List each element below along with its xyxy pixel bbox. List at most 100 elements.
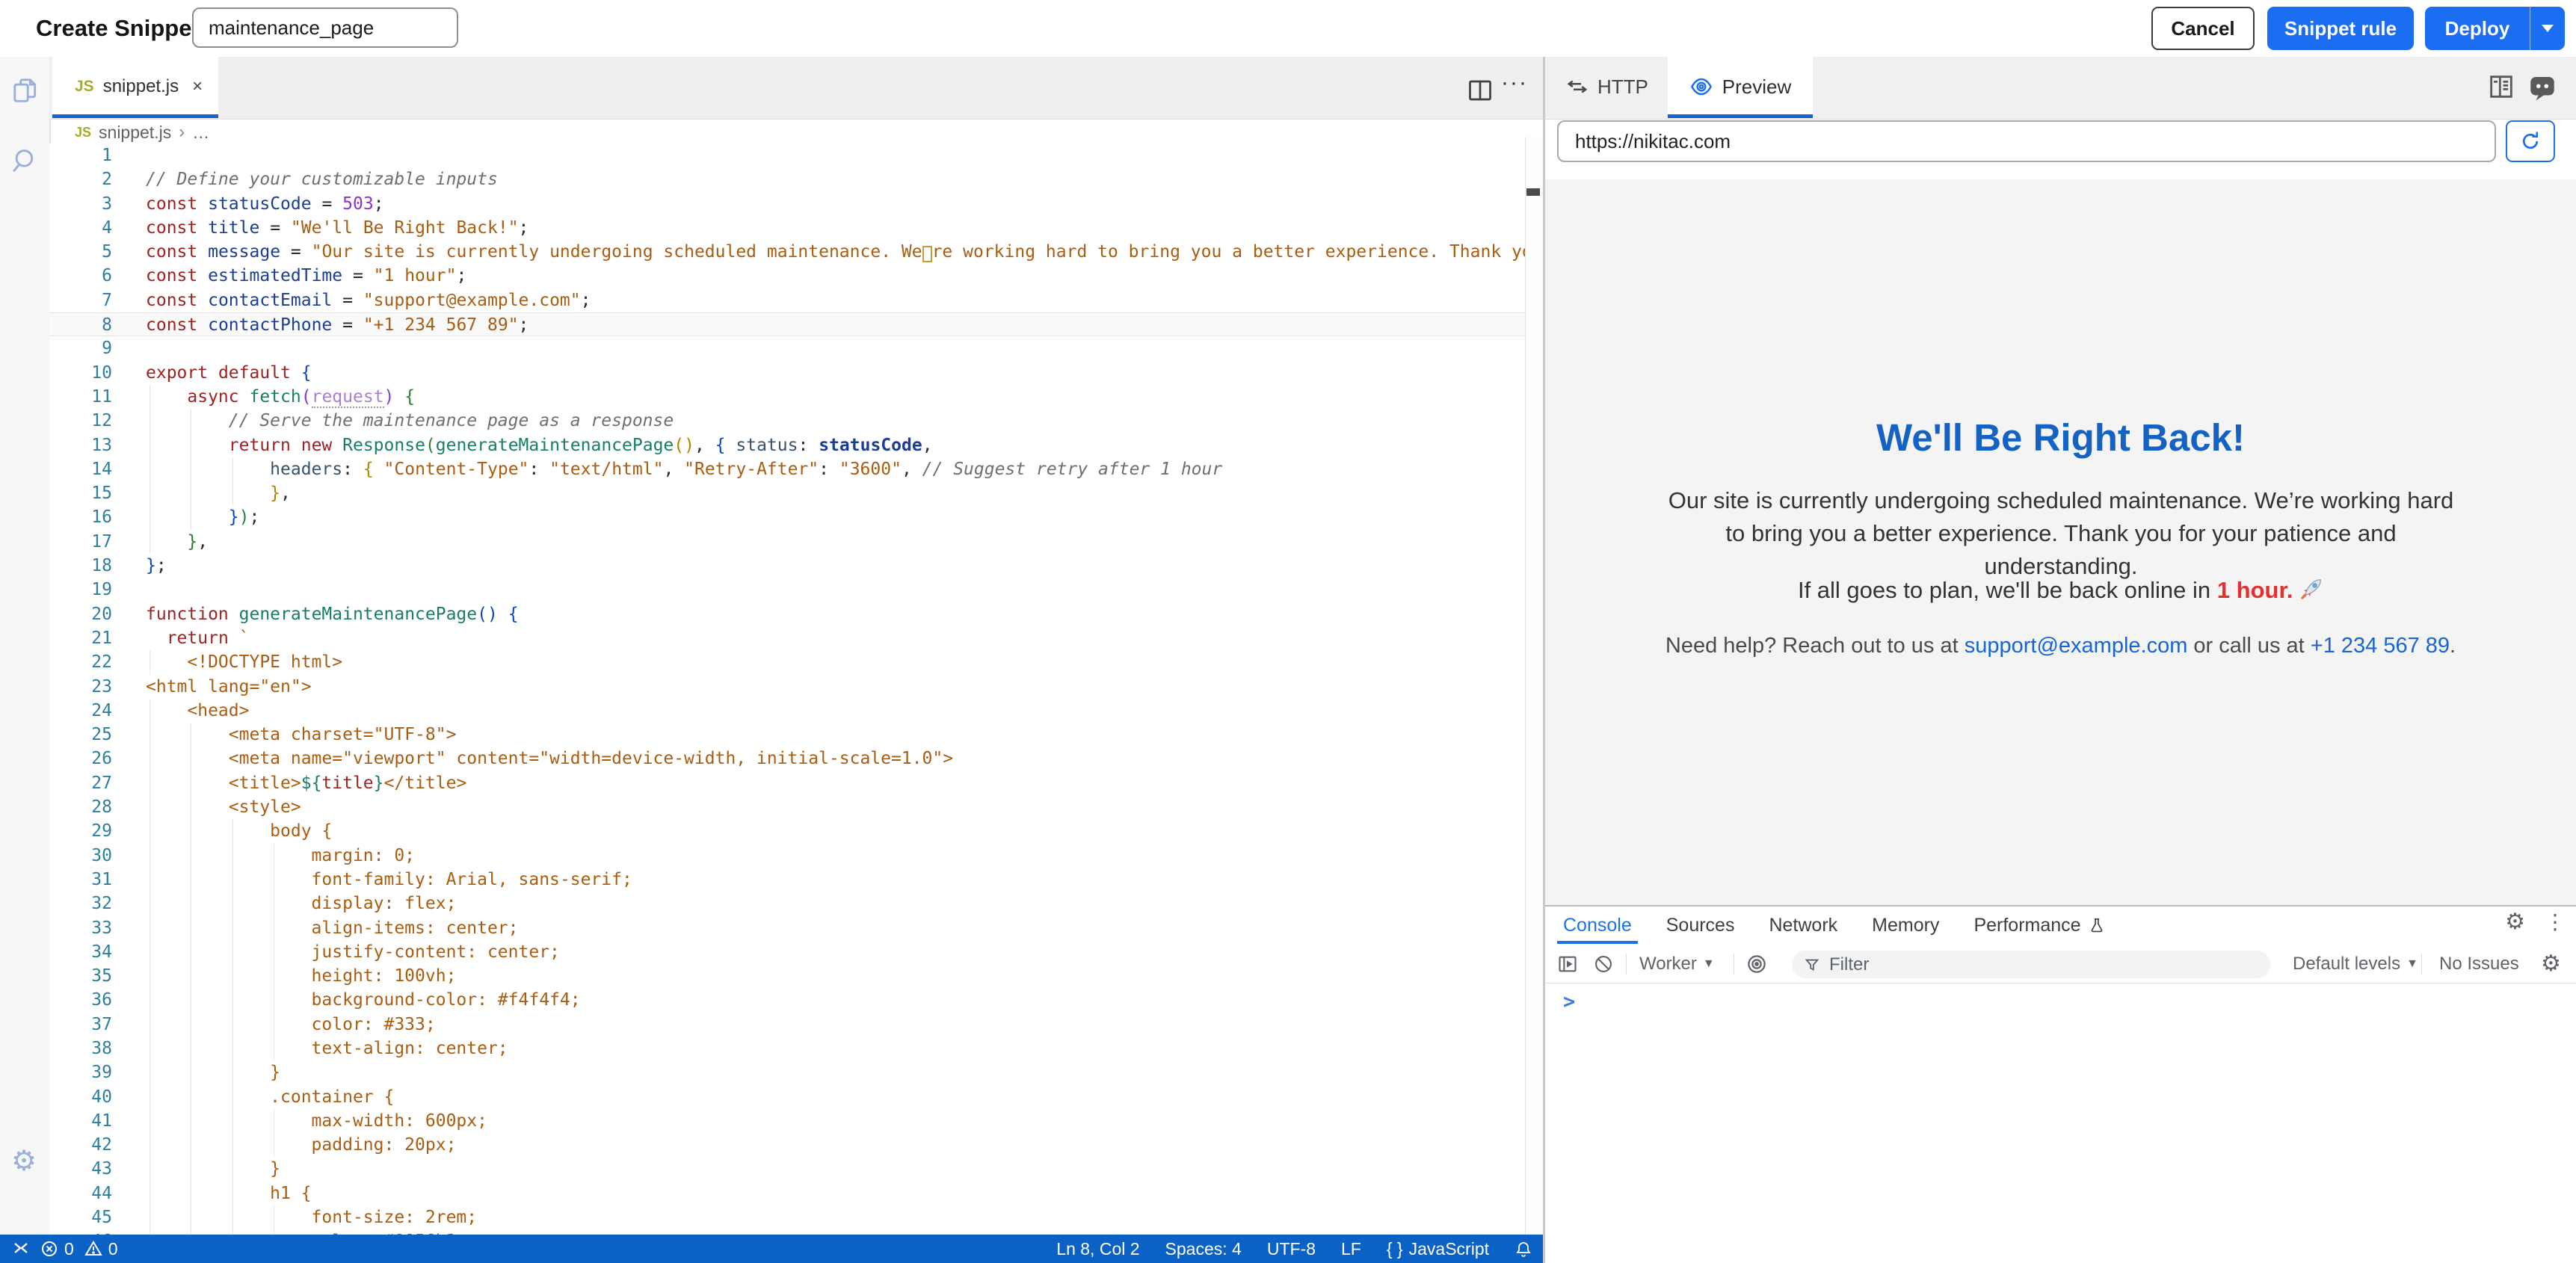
line-number[interactable]: 12: [49, 409, 112, 433]
line-number[interactable]: 15: [49, 481, 112, 505]
devtools-tab-memory[interactable]: Memory: [1872, 907, 1939, 944]
line-col-indicator[interactable]: Ln 8, Col 2: [1056, 1239, 1139, 1259]
devtools-tab-network[interactable]: Network: [1769, 907, 1837, 944]
line-number[interactable]: 25: [49, 723, 112, 747]
code-line[interactable]: 1: [49, 143, 1525, 167]
docs-book-icon[interactable]: [2486, 72, 2516, 102]
code-line[interactable]: 42 padding: 20px;: [49, 1133, 1525, 1157]
code-line[interactable]: 21 return `: [49, 626, 1525, 650]
explorer-files-icon[interactable]: [11, 76, 40, 105]
editor-scrollbar[interactable]: [1525, 137, 1542, 1235]
code-line[interactable]: 36 background-color: #f4f4f4;: [49, 988, 1525, 1012]
code-line[interactable]: 23<html lang="en">: [49, 675, 1525, 699]
code-line[interactable]: 24 <head>: [49, 699, 1525, 723]
code-line[interactable]: 46 color: #0056b3;: [49, 1229, 1525, 1235]
encoding-indicator[interactable]: UTF-8: [1267, 1239, 1316, 1259]
snippet-name-input[interactable]: [192, 7, 458, 48]
line-number[interactable]: 4: [49, 216, 112, 240]
devtools-tab-sources[interactable]: Sources: [1666, 907, 1735, 944]
code-line[interactable]: 15 },: [49, 481, 1525, 505]
eol-indicator[interactable]: LF: [1341, 1239, 1361, 1259]
line-number[interactable]: 26: [49, 747, 112, 771]
contact-phone-link[interactable]: +1 234 567 89: [2311, 634, 2450, 658]
line-number[interactable]: 30: [49, 844, 112, 868]
line-number[interactable]: 19: [49, 578, 112, 602]
line-number[interactable]: 29: [49, 819, 112, 843]
chat-support-icon[interactable]: [2527, 72, 2558, 103]
code-line[interactable]: 35 height: 100vh;: [49, 964, 1525, 988]
line-number[interactable]: 11: [49, 385, 112, 409]
execution-context-selector[interactable]: Worker▼: [1639, 945, 1715, 983]
preview-url-input[interactable]: [1557, 120, 2496, 162]
line-number[interactable]: 22: [49, 650, 112, 674]
line-number[interactable]: 31: [49, 868, 112, 892]
code-line[interactable]: 16 });: [49, 505, 1525, 529]
cancel-button[interactable]: Cancel: [2151, 7, 2255, 50]
line-number[interactable]: 45: [49, 1205, 112, 1229]
code-line[interactable]: 28 <style>: [49, 795, 1525, 819]
deploy-button[interactable]: Deploy: [2426, 17, 2530, 40]
support-email-link[interactable]: support@example.com: [1965, 634, 2188, 658]
code-line[interactable]: 30 margin: 0;: [49, 844, 1525, 868]
code-line[interactable]: 18};: [49, 554, 1525, 578]
line-number[interactable]: 33: [49, 916, 112, 940]
deploy-dropdown-caret[interactable]: [2530, 7, 2565, 50]
breadcrumb-more[interactable]: …: [192, 123, 209, 143]
console-filter-input[interactable]: Filter: [1792, 951, 2270, 978]
refresh-button[interactable]: [2506, 120, 2555, 162]
line-number[interactable]: 14: [49, 457, 112, 481]
code-line[interactable]: 39 }: [49, 1060, 1525, 1084]
line-number[interactable]: 20: [49, 602, 112, 626]
remote-indicator-icon[interactable]: [12, 1240, 30, 1258]
code-line[interactable]: 5const message = "Our site is currently …: [49, 240, 1525, 264]
line-number[interactable]: 1: [49, 143, 112, 167]
code-editor[interactable]: 12// Define your customizable inputs3con…: [49, 143, 1525, 1235]
line-number[interactable]: 37: [49, 1013, 112, 1037]
errors-indicator[interactable]: 0: [40, 1239, 74, 1259]
code-line[interactable]: 45 font-size: 2rem;: [49, 1205, 1525, 1229]
issues-counter[interactable]: No Issues: [2439, 945, 2519, 983]
devtools-tab-performance[interactable]: Performance: [1973, 907, 2104, 944]
clear-console-icon[interactable]: [1593, 945, 1614, 983]
code-line[interactable]: 27 <title>${title}</title>: [49, 771, 1525, 795]
line-number[interactable]: 46: [49, 1229, 112, 1235]
code-line[interactable]: 6const estimatedTime = "1 hour";: [49, 264, 1525, 288]
line-number[interactable]: 13: [49, 433, 112, 457]
settings-gear-icon[interactable]: ⚙: [11, 1146, 40, 1175]
line-number[interactable]: 32: [49, 892, 112, 915]
code-line[interactable]: 13 return new Response(generateMaintenan…: [49, 433, 1525, 457]
devtools-menu-kebab-icon[interactable]: ⋮: [2545, 912, 2566, 933]
line-number[interactable]: 7: [49, 288, 112, 312]
line-number[interactable]: 3: [49, 192, 112, 216]
line-number[interactable]: 27: [49, 771, 112, 795]
code-line[interactable]: 3const statusCode = 503;: [49, 192, 1525, 216]
code-line[interactable]: 10export default {: [49, 361, 1525, 385]
line-number[interactable]: 24: [49, 699, 112, 723]
line-number[interactable]: 10: [49, 361, 112, 385]
tab-preview[interactable]: Preview: [1668, 57, 1813, 117]
code-line[interactable]: 31 font-family: Arial, sans-serif;: [49, 868, 1525, 892]
code-line[interactable]: 29 body {: [49, 819, 1525, 843]
line-number[interactable]: 17: [49, 530, 112, 554]
code-line[interactable]: 26 <meta name="viewport" content="width=…: [49, 747, 1525, 771]
line-number[interactable]: 44: [49, 1182, 112, 1205]
code-line[interactable]: 32 display: flex;: [49, 892, 1525, 915]
code-line[interactable]: 11 async fetch(request) {: [49, 385, 1525, 409]
search-icon[interactable]: [11, 146, 40, 175]
console-sidebar-toggle-icon[interactable]: [1557, 945, 1578, 983]
code-line[interactable]: 17 },: [49, 530, 1525, 554]
line-number[interactable]: 2: [49, 167, 112, 191]
line-number[interactable]: 39: [49, 1060, 112, 1084]
code-line[interactable]: 34 justify-content: center;: [49, 940, 1525, 964]
devtools-settings-gear-icon[interactable]: ⚙: [2505, 911, 2525, 933]
devtools-tab-console[interactable]: Console: [1563, 907, 1632, 944]
warnings-indicator[interactable]: 0: [84, 1239, 118, 1259]
snippet-rule-button[interactable]: Snippet rule: [2267, 7, 2414, 50]
code-line[interactable]: 41 max-width: 600px;: [49, 1109, 1525, 1133]
code-line[interactable]: 43 }: [49, 1157, 1525, 1181]
line-number[interactable]: 42: [49, 1133, 112, 1157]
line-number[interactable]: 23: [49, 675, 112, 699]
notifications-bell-icon[interactable]: [1515, 1240, 1532, 1258]
indentation-indicator[interactable]: Spaces: 4: [1165, 1239, 1242, 1259]
code-line[interactable]: 14 headers: { "Content-Type": "text/html…: [49, 457, 1525, 481]
